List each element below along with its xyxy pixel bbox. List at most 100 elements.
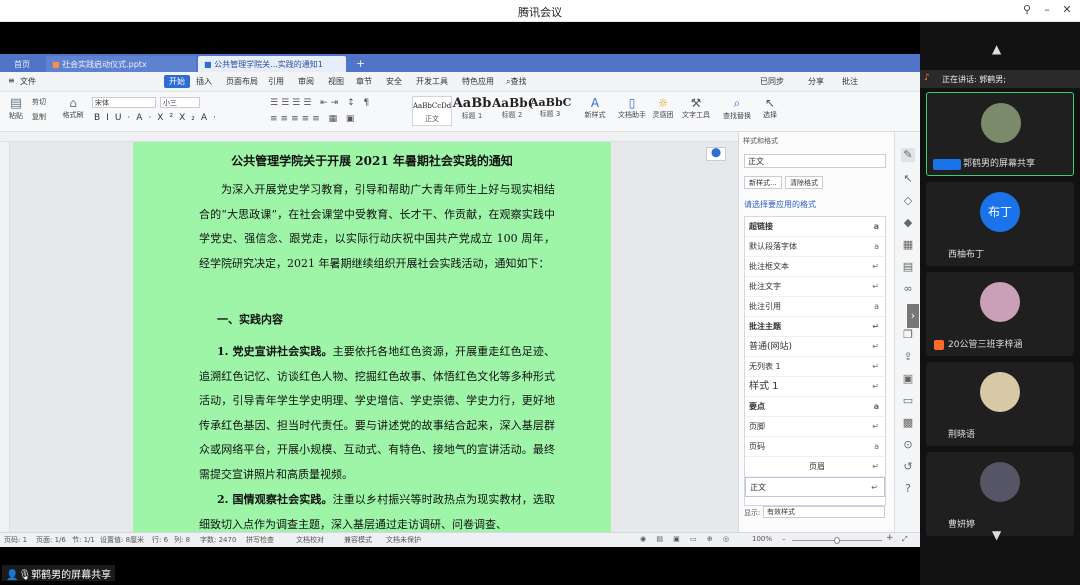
current-style-select[interactable]: 正文 bbox=[744, 154, 886, 168]
style-item[interactable]: 要点 a bbox=[745, 397, 885, 417]
scroll-up-icon[interactable]: ▲ bbox=[992, 42, 1001, 56]
zoom-level[interactable]: 100% bbox=[752, 535, 772, 543]
comment-button[interactable]: 批注 bbox=[842, 76, 858, 87]
share-button[interactable]: 分享 bbox=[808, 76, 824, 87]
style-heading3[interactable]: AaBbC 标题 3 bbox=[530, 96, 571, 126]
tab-doc[interactable]: ■ 公共管理学院关...实践的通知1 bbox=[198, 56, 346, 72]
document-page[interactable]: 公共管理学院关于开展 2021 年暑期社会实践的通知 为深入开展党史学习教育，引… bbox=[133, 142, 611, 532]
style-item[interactable]: 批注主题 ↵ bbox=[745, 317, 885, 337]
cut-button[interactable]: 剪切 bbox=[32, 97, 46, 107]
doc-assistant-button[interactable]: ▯ 文档助手 bbox=[616, 96, 648, 120]
window-title: 腾讯会议 bbox=[518, 6, 562, 19]
help-icon[interactable]: ? bbox=[901, 482, 915, 496]
zoom-in-icon[interactable]: + bbox=[886, 533, 894, 543]
shape-icon[interactable]: ◇ bbox=[901, 194, 915, 208]
menu-review[interactable]: 审阅 bbox=[298, 76, 314, 87]
fit-icon[interactable]: ⤢ bbox=[902, 535, 908, 544]
bag-icon[interactable]: ▣ bbox=[901, 372, 915, 386]
style-heading2[interactable]: AaBb( 标题 2 bbox=[492, 96, 533, 126]
history-icon[interactable]: ↺ bbox=[901, 460, 915, 474]
status-col: 列: 8 bbox=[174, 536, 191, 544]
vertical-ruler[interactable] bbox=[0, 142, 10, 532]
font-select[interactable]: 宋体 bbox=[92, 97, 156, 108]
participant-tile[interactable]: 荆晓语 bbox=[926, 362, 1074, 446]
style-item[interactable]: 超链接 a bbox=[745, 217, 885, 237]
find-replace-button[interactable]: ⌕ 查找替换 bbox=[720, 96, 754, 121]
format-painter-button[interactable]: ⌂ 格式刷 bbox=[60, 96, 86, 120]
menu-layout[interactable]: 页面布局 bbox=[226, 76, 258, 87]
style-item[interactable]: 样式 1 ↵ bbox=[745, 377, 885, 397]
new-style-button[interactable]: A 新样式 bbox=[580, 96, 610, 120]
style-item[interactable]: 批注文字 ↵ bbox=[745, 277, 885, 297]
style-item[interactable]: 无列表 1 ↵ bbox=[745, 357, 885, 377]
new-style-dialog-button[interactable]: 新样式... bbox=[744, 176, 782, 189]
pointer-icon[interactable]: ↖ bbox=[901, 172, 915, 186]
menu-insert[interactable]: 插入 bbox=[196, 76, 212, 87]
menu-find[interactable]: ⌕查找 bbox=[506, 76, 526, 87]
minimize-icon[interactable]: – bbox=[1040, 3, 1054, 16]
style-item[interactable]: 页眉 ↵ bbox=[745, 457, 885, 477]
menu-developer[interactable]: 开发工具 bbox=[416, 76, 448, 87]
participant-tile[interactable]: 布丁 西柚布丁 bbox=[926, 182, 1074, 266]
show-filter-select[interactable]: 有效样式 bbox=[763, 506, 885, 518]
status-protect[interactable]: 文档未保护 bbox=[386, 535, 421, 545]
view-mode-icons[interactable]: ◉ ▤ ▣ ▭ ⊕ ◎ bbox=[640, 535, 733, 543]
style-item[interactable]: 正文 ↵ bbox=[745, 477, 885, 497]
menu-chapter[interactable]: 章节 bbox=[356, 76, 372, 87]
style-item[interactable]: 默认段落字体 a bbox=[745, 237, 885, 257]
spell-check-button[interactable]: 拼写检查 bbox=[246, 535, 274, 545]
menu-security[interactable]: 安全 bbox=[386, 76, 402, 87]
style-item[interactable]: 页脚 ↵ bbox=[745, 417, 885, 437]
menu-home[interactable]: 开始 bbox=[164, 75, 190, 88]
pin-icon[interactable]: ⚲ bbox=[1020, 3, 1034, 16]
table-icon[interactable]: ▦ bbox=[901, 238, 915, 252]
style-item[interactable]: 批注框文本 ↵ bbox=[745, 257, 885, 277]
menu-references[interactable]: 引用 bbox=[268, 76, 284, 87]
panel-icon[interactable]: ▭ bbox=[901, 394, 915, 408]
choose-format-label: 请选择要应用的格式 bbox=[744, 200, 816, 209]
clear-format-button[interactable]: 清除格式 bbox=[785, 176, 823, 189]
image-icon[interactable]: ▩ bbox=[901, 416, 915, 430]
style-list: 超链接 a 默认段落字体 a 批注框文本 ↵ 批注文字 ↵ 批注引用 a 批注主题 ↵ 普通… bbox=[744, 216, 886, 506]
close-icon[interactable]: ✕ bbox=[1060, 3, 1074, 16]
style-item[interactable]: 批注引用 a bbox=[745, 297, 885, 317]
style-item[interactable]: 普通(网站) ↵ bbox=[745, 337, 885, 357]
horizontal-ruler[interactable] bbox=[0, 132, 738, 142]
style-item[interactable]: 页码 a bbox=[745, 437, 885, 457]
text-tools-button[interactable]: ⚒ 文字工具 bbox=[680, 96, 712, 120]
tab-home[interactable]: 首页 bbox=[8, 56, 36, 72]
down-icon[interactable]: ⊙ bbox=[901, 438, 915, 452]
style-normal[interactable]: AaBbCcDd 正文 bbox=[412, 96, 452, 126]
participant-tile[interactable]: 20公管三班李梓涵 bbox=[926, 272, 1074, 356]
zoom-slider-handle[interactable] bbox=[834, 537, 840, 544]
participant-tile[interactable]: 郭鹤男的屏幕共享 bbox=[926, 92, 1074, 176]
edit-icon[interactable]: ✎ bbox=[901, 148, 915, 162]
share-icon[interactable]: ⇪ bbox=[901, 350, 915, 364]
hamburger-icon[interactable]: ≡ bbox=[8, 76, 15, 85]
location-pin-icon[interactable]: ⬤ bbox=[706, 147, 726, 161]
font-format-buttons[interactable]: BIU·A·X²X₂A· bbox=[94, 113, 222, 123]
fill-icon[interactable]: ◆ bbox=[901, 216, 915, 230]
paragraph-buttons[interactable]: ☰☰☰☰ ⇤⇥ ↕ ¶ bbox=[270, 98, 372, 108]
link-icon[interactable]: ∞ bbox=[901, 282, 915, 296]
align-buttons[interactable]: ≡≡≡≡≡ ▦ ▣ bbox=[270, 114, 357, 124]
copy-icon[interactable]: ❐ bbox=[901, 328, 915, 342]
menu-view[interactable]: 视图 bbox=[328, 76, 344, 87]
zoom-out-icon[interactable]: – bbox=[782, 535, 786, 543]
doc-proof-button[interactable]: 文档校对 bbox=[296, 535, 324, 545]
menu-file[interactable]: 文件 bbox=[20, 76, 36, 87]
style-heading1[interactable]: AaBb 标题 1 bbox=[452, 96, 492, 126]
copy-button[interactable]: 复制 bbox=[32, 112, 46, 122]
select-button[interactable]: ↖ 选择 bbox=[758, 96, 782, 120]
new-tab-icon[interactable]: + bbox=[350, 54, 371, 70]
menu-features[interactable]: 特色应用 bbox=[462, 76, 494, 87]
sync-status[interactable]: 已同步 bbox=[760, 76, 784, 87]
size-select[interactable]: 小三 bbox=[160, 97, 200, 108]
participant-tile[interactable]: 曹妍婷 bbox=[926, 452, 1074, 536]
inspire-button[interactable]: ☼ 灵感团 bbox=[650, 96, 676, 120]
paste-button[interactable]: ▤ 粘贴 bbox=[6, 96, 26, 121]
grid-icon[interactable]: ▤ bbox=[901, 260, 915, 274]
scroll-down-icon[interactable]: ▼ bbox=[992, 528, 1001, 542]
expand-chevron-icon[interactable]: › bbox=[907, 304, 919, 328]
tab-pptx[interactable]: ■ 社会实践启动仪式.pptx bbox=[46, 56, 196, 72]
